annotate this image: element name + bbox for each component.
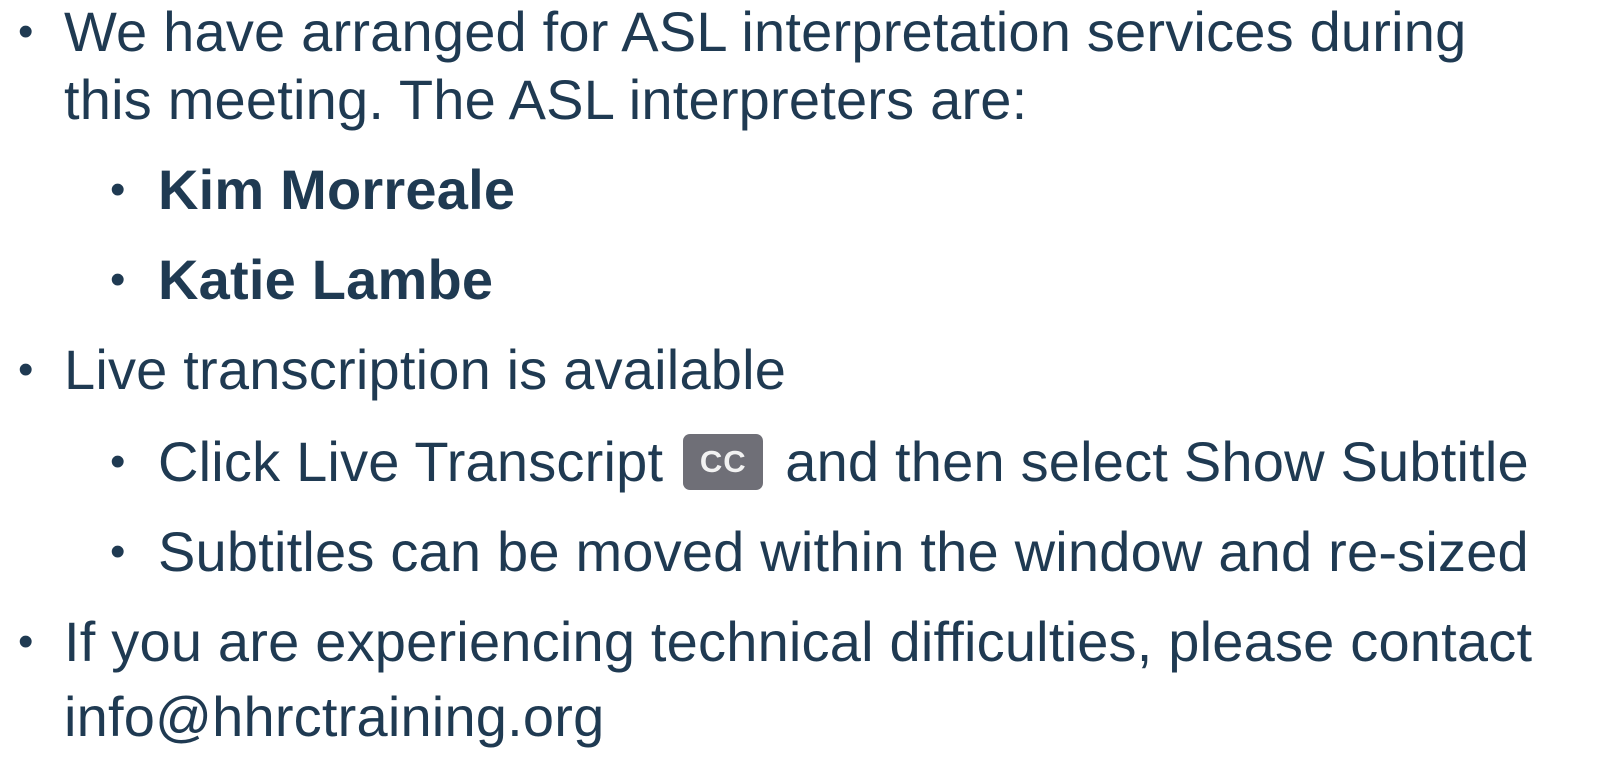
click-live-transcript-text: Click Live Transcript	[158, 430, 664, 493]
subtitles-resize-line: Subtitles can be moved within the window…	[158, 520, 1529, 583]
bullet-marker: •	[110, 437, 126, 486]
contact-email: info@hhrctraining.org	[64, 685, 605, 748]
interpreter-name-katie: Katie Lambe	[158, 248, 494, 311]
live-transcription-line: Live transcription is available	[64, 338, 787, 401]
bullet-marker: •	[18, 7, 34, 56]
bullet-marker: •	[18, 345, 34, 394]
show-subtitle-text: and then select Show Subtitle	[785, 430, 1529, 493]
closed-captions-icon: CC	[683, 434, 764, 491]
bullet-marker: •	[110, 165, 126, 214]
interpreter-name-kim: Kim Morreale	[158, 158, 516, 221]
click-live-transcript-line: Click Live Transcript CC and then select S…	[158, 430, 1529, 498]
slide: • We have arranged for ASL interpretatio…	[0, 0, 1604, 763]
asl-intro-line-1: We have arranged for ASL interpretation …	[64, 0, 1467, 63]
bullet-marker: •	[110, 527, 126, 576]
bullet-marker: •	[18, 617, 34, 666]
asl-intro-line-2: this meeting. The ASL interpreters are:	[64, 68, 1028, 131]
bullet-marker: •	[110, 255, 126, 304]
technical-difficulties-line: If you are experiencing technical diffic…	[64, 610, 1533, 673]
